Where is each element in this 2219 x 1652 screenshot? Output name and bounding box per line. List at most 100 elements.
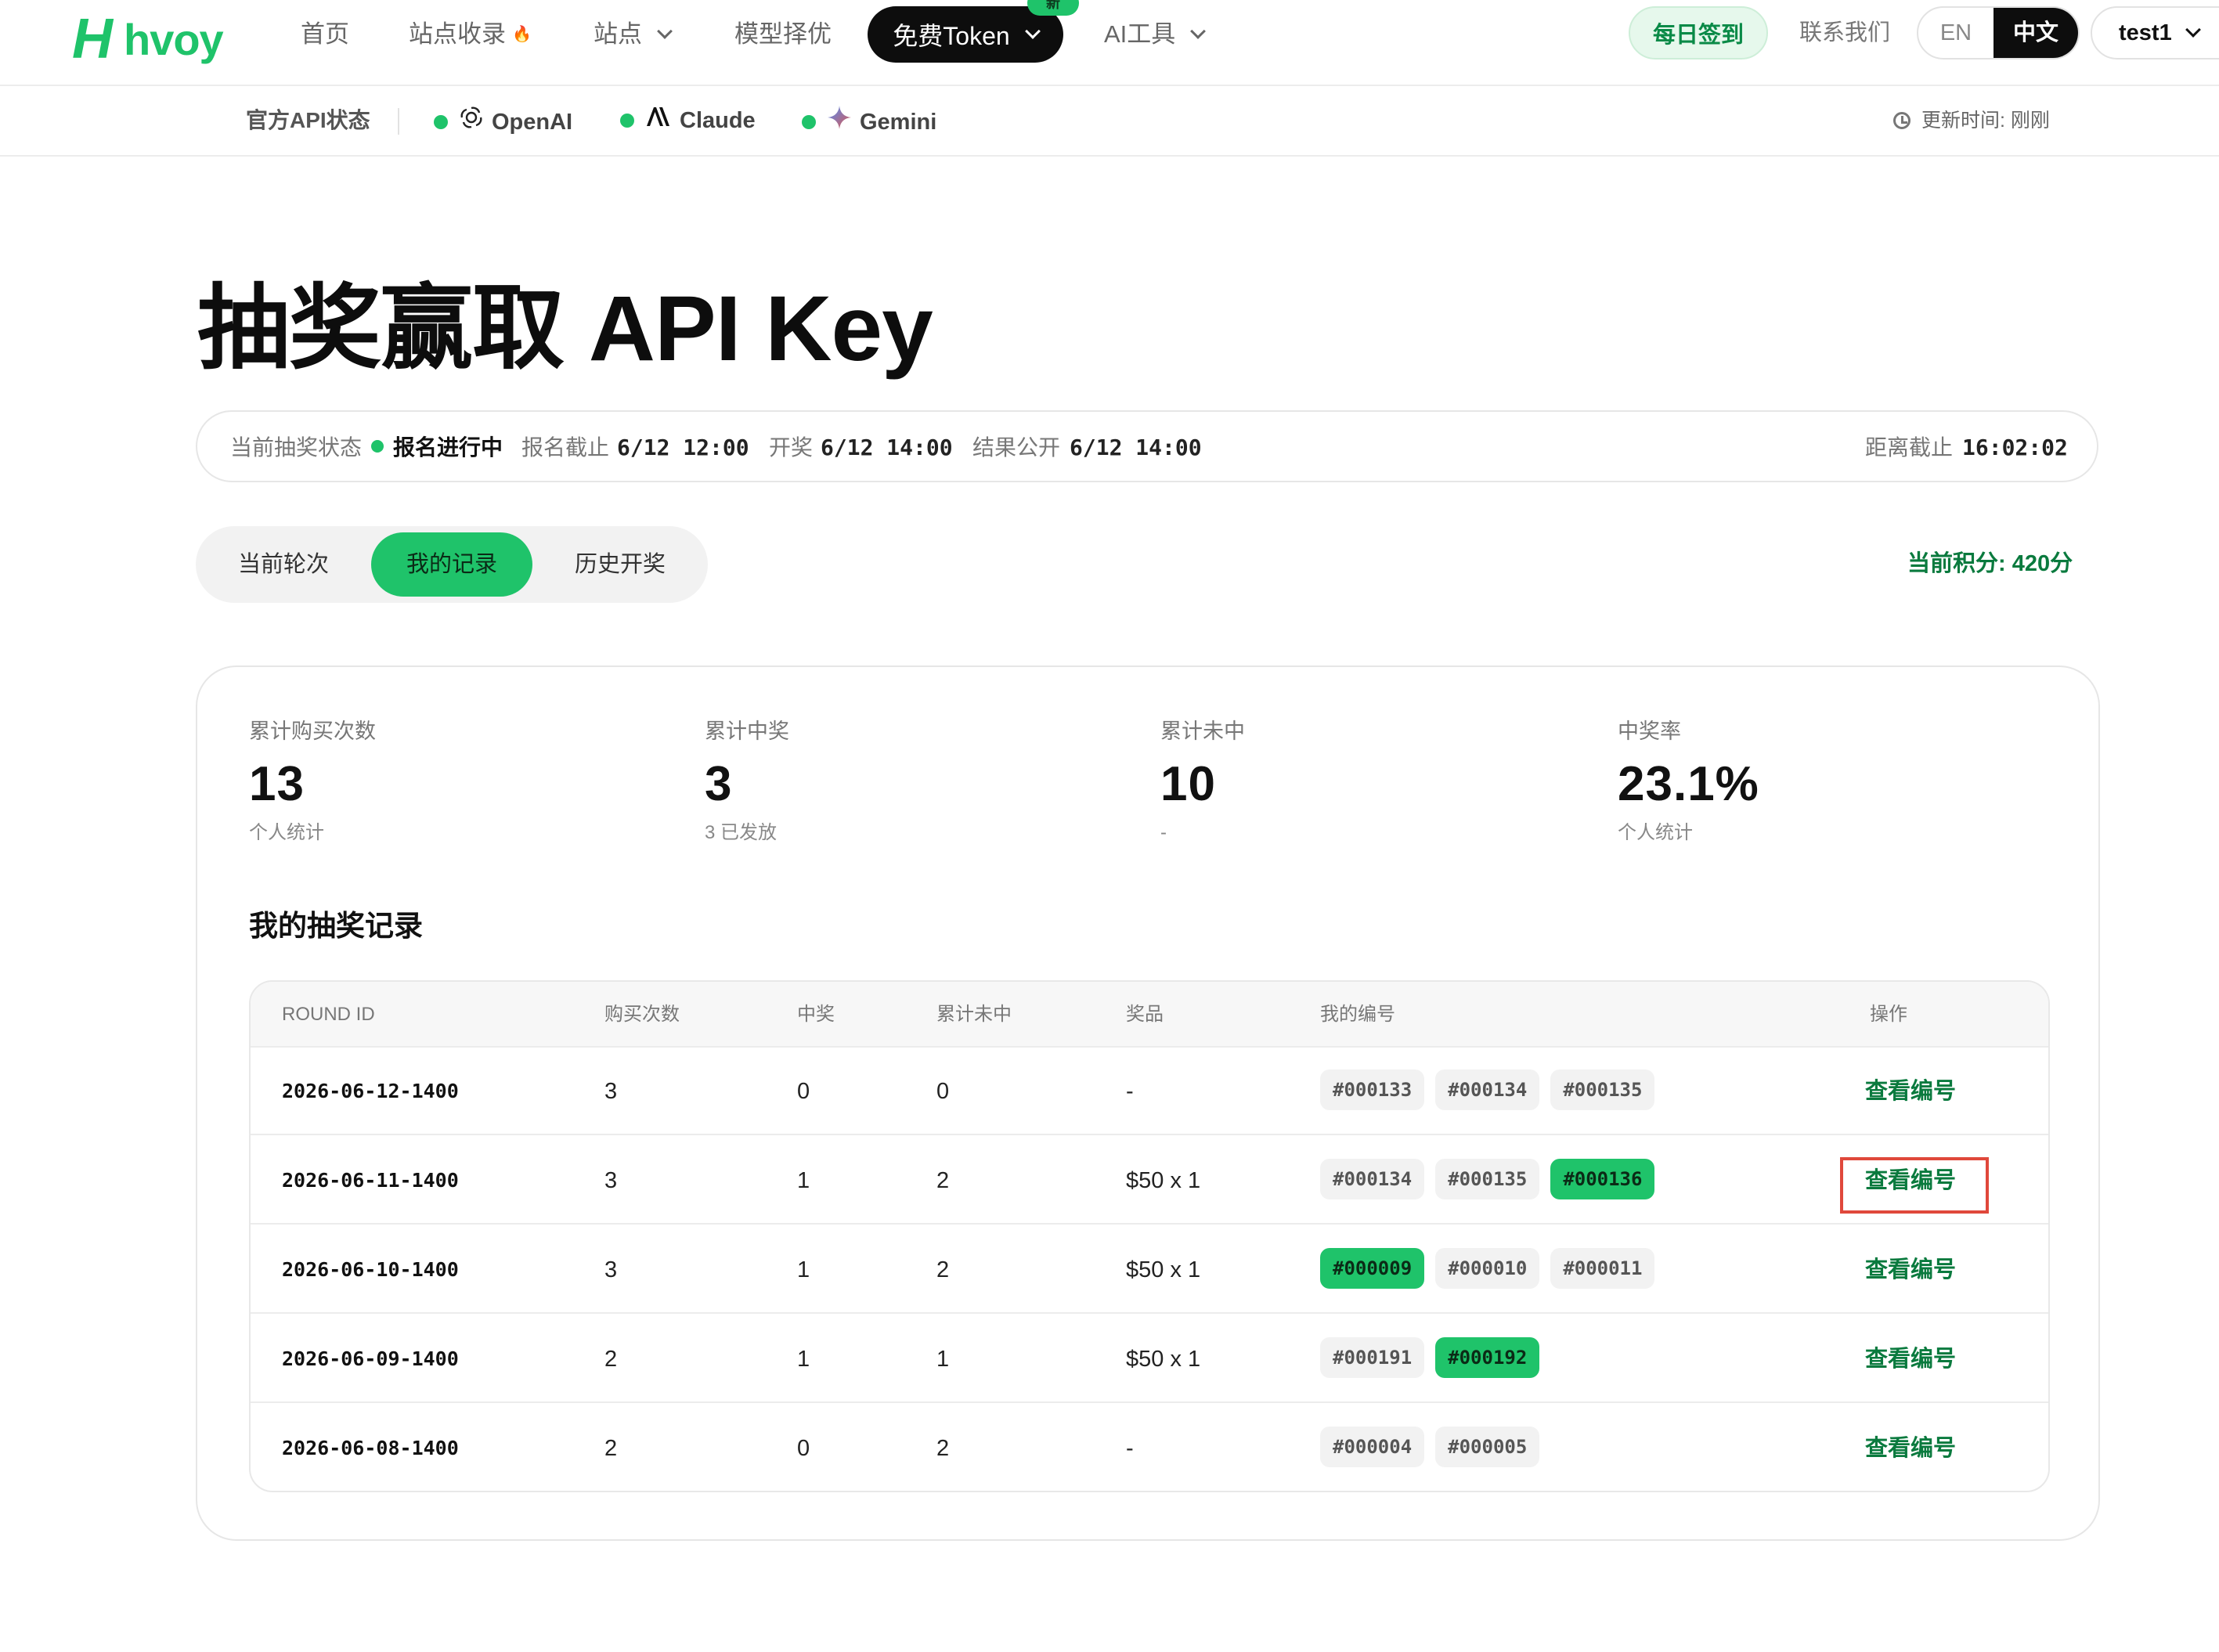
table-row: 2026-06-11-1400 3 1 2 $50 x 1 #000134 #0… [251, 1135, 2048, 1225]
nav-sites-dropdown[interactable]: 站点 [594, 16, 673, 53]
records-card: 累计购买次数 13 个人统计 累计中奖 3 3 已发放 累计未中 10 - 中奖… [196, 665, 2100, 1541]
prize: - [1126, 1079, 1134, 1104]
table-row: 2026-06-10-1400 3 1 2 $50 x 1 #000009 #0… [251, 1225, 2048, 1314]
countdown-label: 距离截止 [1865, 435, 1954, 460]
logo[interactable]: H hvoy [72, 8, 224, 70]
anthropic-icon [645, 105, 672, 136]
number-chips: #000134 #000135 #000136 [1320, 1159, 1655, 1199]
table-header: ROUND ID 购买次数 中奖 累计未中 奖品 我的编号 操作 [251, 982, 2048, 1048]
number-chip: #000134 [1320, 1159, 1425, 1199]
lang-zh-button[interactable]: 中文 [1993, 8, 2078, 58]
user-menu[interactable]: test1 [2091, 6, 2219, 60]
purchases: 3 [604, 1168, 618, 1193]
wins: 1 [797, 1347, 810, 1372]
view-numbers-button[interactable]: 查看编号 [1865, 1344, 1956, 1375]
round-id: 2026-06-08-1400 [282, 1437, 459, 1459]
status-dot-icon [802, 114, 816, 129]
tab-history[interactable]: 历史开奖 [542, 532, 698, 597]
nav-sites-label: 站点 [594, 20, 642, 48]
number-chips: #000191 #000192 [1320, 1337, 1540, 1378]
current-points: 当前积分: 420分 [1907, 551, 2073, 576]
prize: - [1126, 1436, 1134, 1461]
stat-value: 3 [705, 757, 733, 811]
view-numbers-button[interactable]: 查看编号 [1865, 1433, 1956, 1464]
purchases: 2 [604, 1436, 618, 1461]
prize: $50 x 1 [1126, 1257, 1201, 1282]
misses: 2 [936, 1436, 950, 1461]
openai-icon [459, 105, 484, 139]
header-prize: 奖品 [1126, 1004, 1164, 1025]
gemini-icon [827, 105, 852, 139]
free-token-dropdown[interactable]: 免费Token [868, 6, 1063, 63]
lottery-info-bar: 当前抽奖状态 报名进行中 报名截止 6/12 12:00 开奖 6/12 14:… [196, 410, 2098, 482]
status-dot-icon [434, 114, 448, 129]
divider [398, 108, 399, 135]
tab-my-records[interactable]: 我的记录 [371, 532, 532, 597]
stat-sub: 个人统计 [249, 822, 324, 843]
nav-ai-tools-dropdown[interactable]: AI工具 [1104, 16, 1207, 53]
number-chip: #000133 [1320, 1069, 1425, 1110]
stat-value: 10 [1160, 757, 1216, 811]
nav-ai-tools-label: AI工具 [1104, 20, 1176, 48]
number-chip: #000134 [1435, 1069, 1540, 1110]
stat-label: 累计中奖 [705, 720, 789, 743]
lang-en-button[interactable]: EN [1918, 8, 1993, 58]
language-switch: EN 中文 [1917, 6, 2080, 60]
number-chip: #000191 [1320, 1337, 1425, 1378]
wins: 1 [797, 1257, 810, 1282]
signup-deadline-label: 报名截止 [521, 435, 610, 460]
records-title: 我的抽奖记录 [249, 910, 423, 942]
number-chips: #000133 #000134 #000135 [1320, 1069, 1655, 1110]
state-dot-icon [371, 440, 384, 453]
daily-checkin-button[interactable]: 每日签到 [1629, 6, 1768, 60]
view-numbers-button[interactable]: 查看编号 [1865, 1165, 1956, 1196]
stat-label: 累计购买次数 [249, 720, 376, 743]
result-label: 结果公开 [972, 435, 1061, 460]
state-label: 当前抽奖状态 [230, 435, 363, 460]
stat-sub: - [1160, 822, 1167, 843]
chevron-down-icon [2185, 22, 2201, 38]
table-row: 2026-06-08-1400 2 0 2 - #000004 #000005 … [251, 1403, 2048, 1491]
header-purchases: 购买次数 [604, 1004, 680, 1025]
nav-sites-index[interactable]: 站点收录 🔥 [409, 16, 532, 53]
number-chips: #000009 #000010 #000011 [1320, 1248, 1655, 1289]
nav-home[interactable]: 首页 [301, 16, 349, 53]
round-id: 2026-06-11-1400 [282, 1169, 459, 1192]
logo-text: hvoy [124, 14, 224, 64]
updated-time-label: 更新时间: 刚刚 [1921, 110, 2050, 132]
number-chip: #000135 [1550, 1069, 1655, 1110]
chevron-down-icon [657, 23, 673, 39]
misses: 2 [936, 1168, 950, 1193]
signup-deadline-value: 6/12 12:00 [617, 435, 749, 460]
winning-number-chip: #000136 [1550, 1159, 1655, 1199]
number-chip: #000004 [1320, 1427, 1425, 1467]
view-numbers-button[interactable]: 查看编号 [1865, 1076, 1956, 1107]
stat-win-rate: 中奖率 23.1% 个人统计 [1618, 716, 1759, 847]
clock-icon [1893, 112, 1911, 129]
contact-link[interactable]: 联系我们 [1799, 17, 1890, 49]
state-value: 报名进行中 [393, 435, 503, 460]
chevron-down-icon [1024, 23, 1041, 39]
purchases: 3 [604, 1079, 618, 1104]
status-gemini: Gemini [802, 105, 936, 139]
stat-label: 中奖率 [1618, 720, 1681, 743]
stat-sub: 个人统计 [1618, 822, 1693, 843]
gemini-label: Gemini [860, 109, 937, 135]
claude-label: Claude [680, 108, 756, 133]
tab-current-round[interactable]: 当前轮次 [205, 532, 362, 597]
misses: 1 [936, 1347, 950, 1372]
view-numbers-button[interactable]: 查看编号 [1865, 1254, 1956, 1286]
openai-label: OpenAI [492, 109, 573, 135]
number-chip: #000011 [1550, 1248, 1655, 1289]
header-my-numbers: 我的编号 [1320, 1004, 1395, 1025]
winning-number-chip: #000192 [1435, 1337, 1540, 1378]
free-token-label: 免费Token [893, 22, 1010, 50]
wins: 1 [797, 1168, 810, 1193]
logo-mark-icon: H [72, 8, 113, 70]
status-openai: OpenAI [434, 105, 572, 139]
header-misses: 累计未中 [936, 1004, 1012, 1025]
api-status-label: 官方API状态 [246, 108, 370, 132]
prize: $50 x 1 [1126, 1347, 1201, 1372]
nav-model-select[interactable]: 模型择优 [734, 16, 832, 53]
stat-total-misses: 累计未中 10 - [1160, 716, 1245, 847]
